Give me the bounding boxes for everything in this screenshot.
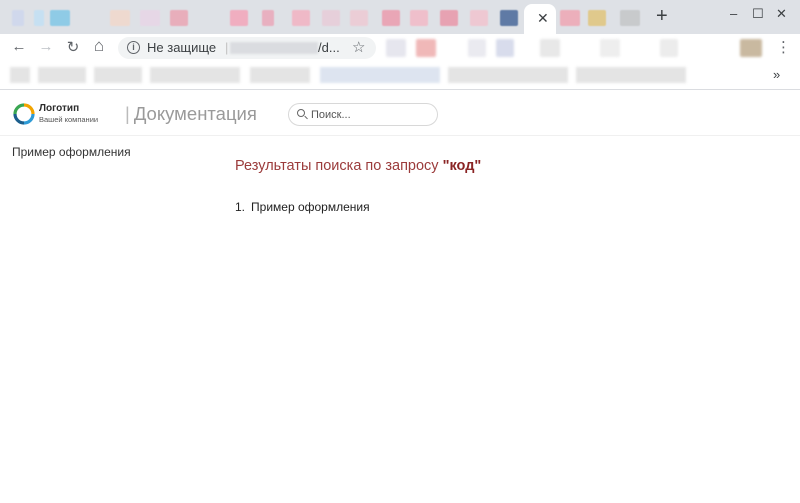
tab-favicon-blurred[interactable] [322, 10, 340, 26]
extension-icon-blurred[interactable] [540, 39, 560, 57]
menu-icon[interactable]: ⋮ [776, 38, 791, 56]
logo-icon [13, 103, 35, 125]
tab-favicon-blurred[interactable] [470, 10, 488, 26]
active-tab[interactable]: ✕ [524, 4, 556, 34]
sidebar-item-example[interactable]: Пример оформления [12, 145, 131, 159]
star-icon[interactable]: ☆ [352, 38, 365, 56]
tab-favicon-blurred[interactable] [382, 10, 400, 26]
minimize-icon[interactable]: – [730, 6, 737, 21]
tab-favicon-blurred[interactable] [110, 10, 130, 26]
tab-favicon-blurred[interactable] [620, 10, 640, 26]
tab-favicon-blurred[interactable] [350, 10, 368, 26]
tab-strip: ✕ + – ☐ ✕ [0, 0, 800, 34]
extension-icon-blurred[interactable] [496, 39, 514, 57]
browser-toolbar: ← → ↻ ⌂ i Не защище | /d... ☆ ⋮ [0, 34, 800, 62]
bookmarks-more-icon[interactable]: » [773, 67, 780, 82]
bookmark-blurred[interactable] [10, 67, 30, 83]
logo-name: Логотип [39, 103, 80, 114]
address-bar[interactable]: i Не защище | /d... ☆ [118, 37, 376, 59]
url-separator: | [225, 40, 229, 55]
bookmark-blurred[interactable] [250, 67, 310, 83]
list-item[interactable]: 1. Пример оформления [235, 200, 370, 214]
bookmark-blurred[interactable] [94, 67, 142, 83]
title-separator: | [125, 103, 130, 124]
bookmark-blurred[interactable] [448, 67, 568, 83]
tab-favicon-blurred[interactable] [292, 10, 310, 26]
tab-favicon-blurred[interactable] [262, 10, 274, 26]
home-icon[interactable]: ⌂ [90, 36, 108, 56]
tab-favicon-blurred[interactable] [34, 10, 44, 26]
tab-favicon-blurred[interactable] [170, 10, 188, 26]
extension-icon-blurred[interactable] [468, 39, 486, 57]
search-input[interactable] [311, 107, 431, 122]
tab-favicon-blurred[interactable] [140, 10, 160, 26]
reload-icon[interactable]: ↻ [64, 38, 82, 56]
results-list: 1. Пример оформления [235, 200, 370, 214]
new-tab-button[interactable]: + [656, 5, 668, 28]
tab-favicon-blurred[interactable] [12, 10, 24, 26]
url-blurred [230, 42, 318, 54]
extension-icon-blurred[interactable] [600, 39, 620, 57]
bookmarks-bar: » [0, 62, 800, 90]
info-icon[interactable]: i [127, 41, 140, 54]
extension-icon-blurred[interactable] [386, 39, 406, 57]
bookmark-blurred[interactable] [320, 67, 440, 83]
extension-icon-blurred[interactable] [416, 39, 436, 57]
bookmark-blurred[interactable] [38, 67, 86, 83]
window-close-icon[interactable]: ✕ [776, 6, 787, 22]
maximize-icon[interactable]: ☐ [752, 6, 764, 22]
logo[interactable]: Логотип Вашей компании [13, 102, 105, 126]
security-status: Не защище [147, 40, 217, 55]
result-link[interactable]: Пример оформления [251, 200, 370, 214]
extension-icon-blurred[interactable] [740, 39, 762, 57]
site-header: Логотип Вашей компании | Документация [0, 92, 800, 136]
tab-favicon-blurred[interactable] [410, 10, 428, 26]
result-number: 1. [235, 200, 246, 214]
bookmark-blurred[interactable] [576, 67, 686, 83]
site-title-text: Документация [133, 103, 257, 124]
close-icon[interactable]: ✕ [537, 10, 549, 27]
back-icon[interactable]: ← [10, 38, 28, 55]
results-heading-prefix: Результаты поиска по запросу [235, 158, 443, 174]
extension-icon-blurred[interactable] [660, 39, 678, 57]
tab-favicon-blurred[interactable] [588, 10, 606, 26]
sidebar-item-label: Пример оформления [12, 145, 131, 159]
url-text: /d... [318, 40, 340, 55]
forward-icon[interactable]: → [37, 38, 55, 55]
tab-favicon-blurred[interactable] [230, 10, 248, 26]
bookmark-blurred[interactable] [150, 67, 240, 83]
tab-favicon-blurred[interactable] [560, 10, 580, 26]
tab-favicon-blurred[interactable] [50, 10, 70, 26]
logo-tagline: Вашей компании [39, 115, 99, 124]
search-query: "код" [442, 158, 482, 174]
search-box[interactable] [288, 103, 438, 126]
results-heading: Результаты поиска по запросу "код" [235, 158, 481, 174]
tab-favicon-blurred[interactable] [440, 10, 458, 26]
tab-favicon-blurred[interactable] [500, 10, 518, 26]
site-title: | Документация [125, 103, 257, 125]
search-icon [297, 109, 305, 117]
